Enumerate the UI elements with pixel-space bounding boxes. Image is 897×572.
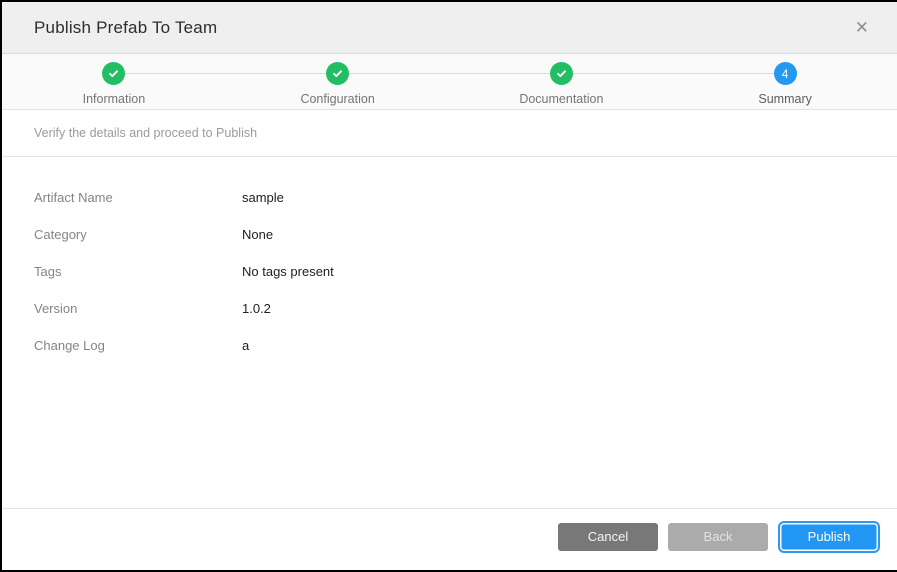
step-label: Information [83, 92, 146, 106]
detail-row-category: Category None [34, 216, 897, 253]
publish-button[interactable]: Publish [778, 521, 880, 553]
summary-details: Artifact Name sample Category None Tags … [2, 157, 897, 508]
detail-row-version: Version 1.0.2 [34, 290, 897, 327]
cancel-button[interactable]: Cancel [558, 523, 658, 551]
step-configuration[interactable]: Configuration [226, 62, 450, 109]
step-documentation[interactable]: Documentation [450, 62, 674, 109]
detail-label: Artifact Name [34, 190, 242, 205]
step-information[interactable]: Information [2, 62, 226, 109]
dialog-title: Publish Prefab To Team [34, 18, 217, 38]
check-icon [102, 62, 125, 85]
check-icon [550, 62, 573, 85]
step-label: Summary [758, 92, 811, 106]
detail-row-tags: Tags No tags present [34, 253, 897, 290]
detail-label: Version [34, 301, 242, 316]
detail-row-change-log: Change Log a [34, 327, 897, 364]
step-label: Documentation [519, 92, 603, 106]
step-summary[interactable]: 4 Summary [673, 62, 897, 109]
publish-prefab-dialog: Publish Prefab To Team ✕ Information Con… [0, 0, 897, 572]
subtitle-row: Verify the details and proceed to Publis… [2, 110, 897, 157]
detail-label: Change Log [34, 338, 242, 353]
dialog-header: Publish Prefab To Team ✕ [2, 2, 897, 54]
step-number-badge: 4 [774, 62, 797, 85]
subtitle-text: Verify the details and proceed to Publis… [34, 126, 257, 140]
detail-value: None [242, 227, 273, 242]
detail-label: Tags [34, 264, 242, 279]
detail-row-artifact-name: Artifact Name sample [34, 179, 897, 216]
back-button[interactable]: Back [668, 523, 768, 551]
close-icon[interactable]: ✕ [851, 15, 873, 40]
detail-value: No tags present [242, 264, 334, 279]
detail-value: 1.0.2 [242, 301, 271, 316]
stepper: Information Configuration Documentation … [2, 54, 897, 110]
detail-label: Category [34, 227, 242, 242]
detail-value: sample [242, 190, 284, 205]
check-icon [326, 62, 349, 85]
dialog-footer: Cancel Back Publish [2, 508, 897, 570]
detail-value: a [242, 338, 249, 353]
step-label: Configuration [300, 92, 374, 106]
